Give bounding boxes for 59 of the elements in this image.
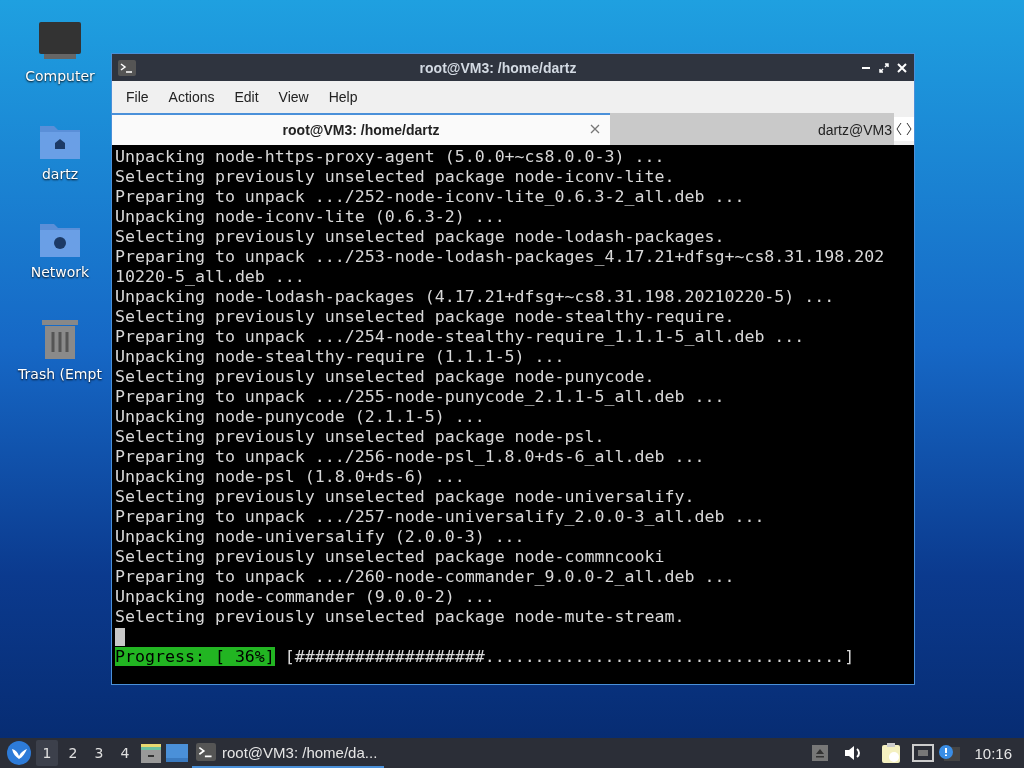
progress-label: Progress: [ 36%]: [115, 647, 275, 666]
speaker-icon[interactable]: [844, 745, 863, 761]
terminal-line: Selecting previously unselected package node-punycode.: [115, 367, 656, 387]
terminal-line: Preparing to unpack .../253-node-lodash-packages_4.17.21+dfsg+~cs8.31.198.202: [115, 247, 886, 267]
terminal-line: Selecting previously unselected package node-lodash-packages.: [115, 227, 726, 247]
terminal-line: 10220-5_all.deb ...: [115, 267, 306, 287]
terminal-line: Preparing to unpack .../255-node-punycode_2.1.1-5_all.deb ...: [115, 387, 726, 407]
scroll-left-icon[interactable]: [894, 117, 904, 141]
notification-icon[interactable]: [938, 744, 961, 762]
terminal-line: Preparing to unpack .../260-node-commander_9.0.0-2_all.deb ...: [115, 567, 736, 587]
eject-icon[interactable]: [812, 745, 829, 761]
workspace-button[interactable]: 1: [36, 740, 58, 766]
desktop-icon-label[interactable]: Network: [30, 264, 90, 280]
clock[interactable]: 10:16: [974, 744, 1012, 762]
terminal-line: Selecting previously unselected package node-iconv-lite.: [115, 167, 676, 187]
clipboard-icon[interactable]: [880, 742, 903, 764]
scroll-right-icon[interactable]: [904, 117, 914, 141]
menu-item[interactable]: Actions: [158, 88, 225, 105]
terminal-line: Selecting previously unselected package node-commncooki: [115, 547, 666, 567]
file-cabinet-icon[interactable]: [140, 742, 162, 764]
desktop-icon-label[interactable]: Trash (Empt: [18, 366, 102, 382]
workspace-button[interactable]: 3: [88, 740, 110, 766]
trash-icon: [41, 318, 79, 360]
desktop-icon-label[interactable]: dartz: [41, 166, 79, 182]
workspace-button[interactable]: 2: [62, 740, 84, 766]
terminal-line: Preparing to unpack .../257-node-universalify_2.0.0-3_all.deb ...: [115, 507, 766, 527]
close-icon[interactable]: [896, 61, 908, 74]
terminal-line: Unpacking node-punycode (2.1.1-5) ...: [115, 407, 486, 427]
restore-icon[interactable]: [878, 61, 890, 74]
terminal-line: Preparing to unpack .../252-node-iconv-lite_0.6.3-2_all.deb ...: [115, 187, 746, 207]
terminal-line: Unpacking node-stealthy-require (1.1.1-5) ...: [115, 347, 566, 367]
menu-item[interactable]: Help: [318, 88, 368, 105]
terminal-icon: [196, 742, 216, 762]
terminal-line: Unpacking node-universalify (2.0.0-3) ...: [115, 527, 526, 547]
terminal-line: Selecting previously unselected package node-stealthy-require.: [115, 307, 736, 327]
menu-item[interactable]: File: [116, 88, 159, 105]
terminal-line: Unpacking node-iconv-lite (0.6.3-2) ...: [115, 207, 506, 227]
menu-item[interactable]: View: [268, 88, 319, 105]
text-cursor: [115, 628, 125, 646]
terminal-line: Selecting previously unselected package node-psl.: [115, 427, 606, 447]
terminal-line: Selecting previously unselected package node-universalify.: [115, 487, 696, 507]
terminal-line: Unpacking node-commander (9.0.0-2) ...: [115, 587, 496, 607]
terminal-icon: [118, 59, 136, 76]
close-tab-icon[interactable]: [590, 124, 600, 134]
task-button[interactable]: root@VM3: /home/da...: [192, 738, 384, 768]
terminal-tab[interactable]: root@VM3: /home/dartz: [112, 113, 610, 145]
progress-bar-text: [###################....................................]: [284, 647, 855, 666]
monitor-icon: [38, 22, 82, 62]
terminal-line: Preparing to unpack .../256-node-psl_1.8.0+ds-6_all.deb ...: [115, 447, 706, 467]
terminal-line: Unpacking node-https-proxy-agent (5.0.0+~cs8.0.0-3) ...: [115, 147, 666, 167]
workspace-button[interactable]: 4: [114, 740, 136, 766]
terminal-line: Unpacking node-psl (1.8.0+ds-6) ...: [115, 467, 466, 487]
network-icon[interactable]: [912, 744, 935, 762]
terminal-line: Unpacking node-lodash-packages (4.17.21+dfsg+~cs8.31.198.20210220-5) ...: [115, 287, 836, 307]
window-title: root@VM3: /home/dartz: [418, 59, 578, 76]
menu-item[interactable]: Edit: [224, 88, 269, 105]
terminal-tab[interactable]: dartz@VM3: [610, 113, 894, 145]
terminal-line: Preparing to unpack .../254-node-stealthy-require_1.1.1-5_all.deb ...: [115, 327, 806, 347]
terminal-line: Selecting previously unselected package node-mute-stream.: [115, 607, 686, 627]
